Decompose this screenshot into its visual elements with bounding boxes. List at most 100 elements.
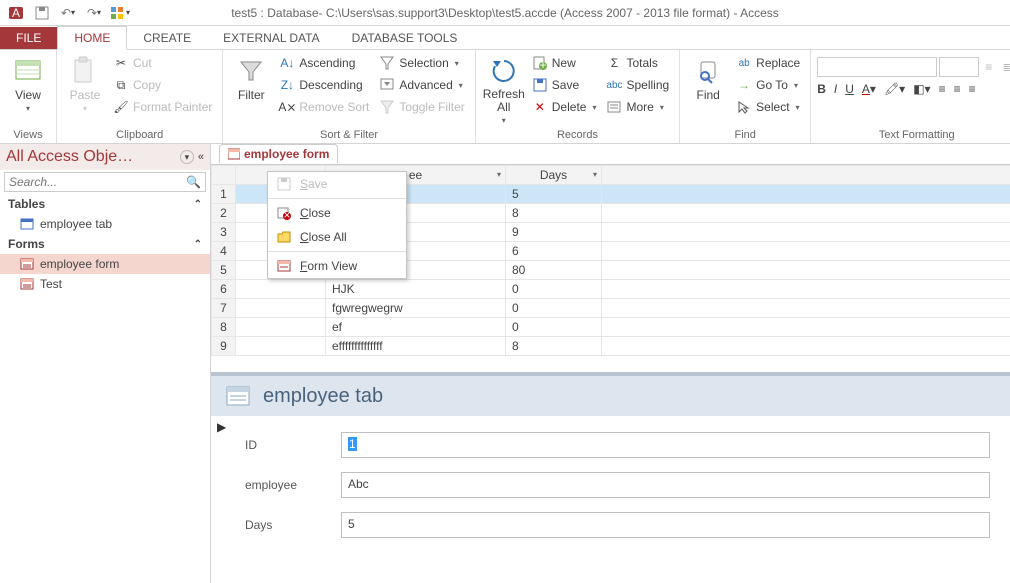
- font-size-combo[interactable]: [939, 57, 979, 77]
- field-days[interactable]: 5: [341, 512, 990, 538]
- goto-button[interactable]: →Go To: [732, 74, 804, 96]
- ascending-button[interactable]: A↓Ascending: [275, 52, 373, 74]
- cell-employee[interactable]: effffffffffffff: [326, 337, 506, 356]
- nav-item-employee-tab[interactable]: employee tab: [0, 214, 210, 234]
- save-record-button[interactable]: Save: [528, 74, 601, 96]
- field-id[interactable]: 1: [341, 432, 990, 458]
- selection-button[interactable]: Selection: [375, 52, 468, 74]
- cell-employee[interactable]: fgwregwegrw: [326, 299, 506, 318]
- row-header[interactable]: 7: [212, 299, 236, 318]
- cell-blank[interactable]: [236, 337, 326, 356]
- cell-blank[interactable]: [236, 299, 326, 318]
- tab-create[interactable]: CREATE: [127, 27, 207, 49]
- nav-item-test[interactable]: Test: [0, 274, 210, 294]
- cut-button[interactable]: ✂Cut: [109, 52, 216, 74]
- nav-category-tables[interactable]: Tables⌃: [0, 194, 210, 214]
- cell-days[interactable]: 80: [506, 261, 602, 280]
- nav-collapse-icon[interactable]: «: [198, 151, 204, 163]
- align-right-button[interactable]: ≡: [969, 82, 976, 96]
- font-color-button[interactable]: A▾: [862, 82, 876, 96]
- record-selector-icon[interactable]: ▶: [217, 420, 226, 434]
- highlight-button[interactable]: 🖍▾: [884, 82, 905, 96]
- field-employee[interactable]: Abc: [341, 472, 990, 498]
- find-button[interactable]: Find: [686, 52, 730, 106]
- toggle-filter-button[interactable]: Toggle Filter: [375, 96, 468, 118]
- chevron-down-icon[interactable]: ▾: [593, 170, 597, 179]
- row-header[interactable]: 4: [212, 242, 236, 261]
- descending-button[interactable]: Z↓Descending: [275, 74, 373, 96]
- spelling-button[interactable]: abcSpelling: [602, 74, 673, 96]
- paste-button[interactable]: Paste ▾: [63, 52, 107, 117]
- save-qat-icon[interactable]: [30, 2, 54, 24]
- search-input[interactable]: [5, 173, 182, 191]
- row-header[interactable]: 3: [212, 223, 236, 242]
- table-row[interactable]: 6 HJK0: [212, 280, 1010, 299]
- cell-blank[interactable]: [236, 280, 326, 299]
- row-header[interactable]: 2: [212, 204, 236, 223]
- align-left-button[interactable]: ≡: [939, 82, 946, 96]
- select-button[interactable]: Select: [732, 96, 804, 118]
- tab-home[interactable]: HOME: [57, 26, 127, 50]
- filter-button[interactable]: Filter: [229, 52, 273, 106]
- row-selector-header[interactable]: [212, 166, 236, 185]
- undo-icon[interactable]: ↶▾: [56, 2, 80, 24]
- menu-item-save[interactable]: Save: [268, 172, 406, 196]
- new-record-button[interactable]: +New: [528, 52, 601, 74]
- cell-employee[interactable]: HJK: [326, 280, 506, 299]
- menu-item-form-view[interactable]: Form View: [268, 254, 406, 278]
- nav-item-employee-form[interactable]: employee form: [0, 254, 210, 274]
- chevron-down-icon[interactable]: ▾: [497, 170, 501, 179]
- nav-pane-title[interactable]: All Access Obje…: [6, 148, 133, 166]
- nav-search[interactable]: 🔍: [4, 172, 206, 192]
- more-button[interactable]: More: [602, 96, 673, 118]
- table-row[interactable]: 7 fgwregwegrw0: [212, 299, 1010, 318]
- menu-item-close-all[interactable]: Close All: [268, 225, 406, 249]
- row-header[interactable]: 5: [212, 261, 236, 280]
- cell-days[interactable]: 8: [506, 204, 602, 223]
- cell-days[interactable]: 0: [506, 299, 602, 318]
- cell-days[interactable]: 8: [506, 337, 602, 356]
- qat-customize-icon[interactable]: ▾: [108, 2, 132, 24]
- cell-days[interactable]: 0: [506, 280, 602, 299]
- cell-days[interactable]: 9: [506, 223, 602, 242]
- italic-button[interactable]: I: [834, 82, 837, 96]
- menu-item-close[interactable]: ×Close: [268, 201, 406, 225]
- column-header-days[interactable]: Days▾: [506, 166, 602, 185]
- totals-button[interactable]: ΣTotals: [602, 52, 673, 74]
- copy-button[interactable]: ⧉Copy: [109, 74, 216, 96]
- cell-days[interactable]: 5: [506, 185, 602, 204]
- format-painter-button[interactable]: 🖌Format Painter: [109, 96, 216, 118]
- cell-days[interactable]: 0: [506, 318, 602, 337]
- align-center-button[interactable]: ≡: [954, 82, 961, 96]
- underline-button[interactable]: U: [845, 82, 854, 96]
- tab-file[interactable]: FILE: [0, 27, 57, 49]
- nav-category-forms[interactable]: Forms⌃: [0, 234, 210, 254]
- cell-days[interactable]: 6: [506, 242, 602, 261]
- tab-database-tools[interactable]: DATABASE TOOLS: [336, 27, 474, 49]
- numbering-icon[interactable]: ≣: [998, 56, 1010, 78]
- cell-blank[interactable]: [236, 318, 326, 337]
- search-icon[interactable]: 🔍: [182, 175, 205, 189]
- document-tab-employee-form[interactable]: employee form: [219, 144, 338, 163]
- table-row[interactable]: 8 ef0: [212, 318, 1010, 337]
- fill-color-button[interactable]: ◧▾: [913, 82, 930, 96]
- replace-button[interactable]: abReplace: [732, 52, 804, 74]
- tab-external-data[interactable]: EXTERNAL DATA: [207, 27, 335, 49]
- view-button[interactable]: View ▾: [6, 52, 50, 117]
- nav-dropdown-icon[interactable]: ▾: [180, 150, 194, 164]
- bullets-icon[interactable]: ≡: [981, 56, 996, 78]
- refresh-all-button[interactable]: Refresh All ▾: [482, 52, 526, 129]
- cell-employee[interactable]: ef: [326, 318, 506, 337]
- delete-record-button[interactable]: ✕Delete: [528, 96, 601, 118]
- remove-sort-button[interactable]: A⨯Remove Sort: [275, 96, 373, 118]
- advanced-button[interactable]: Advanced: [375, 74, 468, 96]
- copy-icon: ⧉: [113, 77, 129, 93]
- row-header[interactable]: 9: [212, 337, 236, 356]
- bold-button[interactable]: B: [817, 82, 826, 96]
- row-header[interactable]: 1: [212, 185, 236, 204]
- table-row[interactable]: 9 effffffffffffff8: [212, 337, 1010, 356]
- font-name-combo[interactable]: [817, 57, 937, 77]
- row-header[interactable]: 8: [212, 318, 236, 337]
- row-header[interactable]: 6: [212, 280, 236, 299]
- redo-icon[interactable]: ↷▾: [82, 2, 106, 24]
